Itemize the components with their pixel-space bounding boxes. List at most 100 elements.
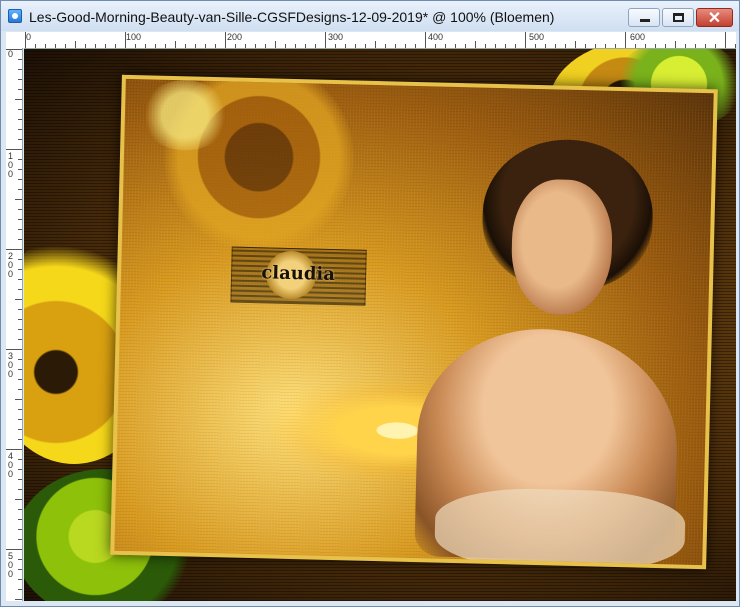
ruler-tick bbox=[18, 119, 22, 120]
ruler-tick bbox=[395, 44, 396, 48]
ruler-tick bbox=[665, 44, 666, 48]
ruler-tick bbox=[18, 359, 22, 360]
frame-artwork: claudia bbox=[114, 78, 714, 566]
ruler-tick bbox=[18, 369, 22, 370]
ruler-tick bbox=[18, 469, 22, 470]
ruler-tick bbox=[225, 32, 226, 48]
ruler-tick bbox=[18, 529, 22, 530]
ruler-tick bbox=[735, 44, 736, 48]
ruler-tick bbox=[525, 32, 526, 48]
image-canvas[interactable]: claudia bbox=[24, 49, 736, 601]
ruler-tick bbox=[15, 599, 22, 600]
ruler-tick bbox=[495, 44, 496, 48]
ruler-tick bbox=[18, 129, 22, 130]
ruler-tick bbox=[18, 219, 22, 220]
ruler-tick bbox=[725, 32, 726, 48]
ruler-tick bbox=[95, 44, 96, 48]
ruler-tick bbox=[65, 44, 66, 48]
horizontal-ruler[interactable]: 0 100 200 300 400 500 600 bbox=[24, 32, 736, 49]
portrait-cloth bbox=[434, 486, 686, 566]
ruler-label-h: 400 bbox=[428, 32, 444, 42]
ruler-tick bbox=[425, 32, 426, 48]
ruler-tick bbox=[6, 249, 22, 250]
ruler-tick bbox=[705, 44, 706, 48]
ruler-tick bbox=[645, 44, 646, 48]
ruler-tick bbox=[18, 459, 22, 460]
ruler-tick bbox=[18, 519, 22, 520]
ruler-tick bbox=[605, 44, 606, 48]
ruler-tick bbox=[18, 409, 22, 410]
ruler-tick bbox=[18, 209, 22, 210]
ruler-tick bbox=[585, 44, 586, 48]
ruler-tick bbox=[18, 509, 22, 510]
ruler-tick bbox=[505, 44, 506, 48]
portrait-face bbox=[510, 178, 614, 316]
signature-text: claudia bbox=[261, 262, 336, 286]
ruler-tick bbox=[18, 229, 22, 230]
ruler-tick bbox=[315, 44, 316, 48]
ruler-tick bbox=[18, 179, 22, 180]
ruler-tick bbox=[18, 479, 22, 480]
ruler-tick bbox=[545, 44, 546, 48]
ruler-tick bbox=[6, 149, 22, 150]
ruler-tick bbox=[475, 41, 476, 48]
ruler-tick bbox=[6, 49, 22, 50]
ruler-tick bbox=[18, 159, 22, 160]
ruler-tick bbox=[695, 44, 696, 48]
ruler-tick bbox=[18, 239, 22, 240]
close-button[interactable]: ✕ bbox=[696, 8, 733, 27]
ruler-tick bbox=[345, 44, 346, 48]
ruler-tick bbox=[385, 44, 386, 48]
ruler-tick bbox=[685, 44, 686, 48]
ruler-tick bbox=[18, 79, 22, 80]
ruler-tick bbox=[455, 44, 456, 48]
ruler-tick bbox=[18, 259, 22, 260]
ruler-tick bbox=[6, 349, 22, 350]
minimize-button[interactable] bbox=[628, 8, 660, 27]
ruler-tick bbox=[355, 44, 356, 48]
ruler-tick bbox=[15, 399, 22, 400]
ruler-tick bbox=[15, 299, 22, 300]
ruler-tick bbox=[18, 289, 22, 290]
ruler-tick bbox=[485, 44, 486, 48]
ruler-tick bbox=[85, 44, 86, 48]
ruler-tick bbox=[265, 44, 266, 48]
ruler-tick bbox=[325, 32, 326, 48]
ruler-tick bbox=[185, 44, 186, 48]
ruler-tick bbox=[18, 589, 22, 590]
ruler-tick bbox=[615, 44, 616, 48]
ruler-tick bbox=[125, 32, 126, 48]
ruler-tick bbox=[295, 44, 296, 48]
title-bar[interactable]: Les-Good-Morning-Beauty-van-Sille-CGSFDe… bbox=[1, 1, 739, 31]
ruler-label-h: 100 bbox=[126, 32, 142, 42]
ruler-tick bbox=[515, 44, 516, 48]
ruler-tick bbox=[145, 44, 146, 48]
ruler-tick bbox=[18, 319, 22, 320]
ruler-tick bbox=[155, 44, 156, 48]
ruler-tick bbox=[445, 44, 446, 48]
ruler-label-h: 300 bbox=[328, 32, 344, 42]
ruler-tick bbox=[565, 44, 566, 48]
maximize-icon bbox=[673, 13, 684, 22]
ruler-tick bbox=[18, 139, 22, 140]
ruler-tick bbox=[18, 69, 22, 70]
ruler-tick bbox=[175, 41, 176, 48]
ruler-tick bbox=[18, 579, 22, 580]
ruler-tick bbox=[285, 44, 286, 48]
ruler-tick bbox=[15, 199, 22, 200]
ruler-tick bbox=[595, 44, 596, 48]
maximize-button[interactable] bbox=[662, 8, 694, 27]
ruler-tick bbox=[305, 44, 306, 48]
ruler-label-v: 500 bbox=[8, 551, 14, 579]
image-document-icon[interactable] bbox=[8, 9, 22, 23]
vertical-ruler[interactable]: 0 100 200 300 400 500 bbox=[6, 48, 23, 601]
ruler-tick bbox=[18, 539, 22, 540]
image-window: Les-Good-Morning-Beauty-van-Sille-CGSFDe… bbox=[0, 0, 740, 607]
ruler-tick bbox=[18, 279, 22, 280]
ruler-tick bbox=[135, 44, 136, 48]
ruler-tick bbox=[75, 41, 76, 48]
ruler-tick bbox=[18, 379, 22, 380]
ruler-tick bbox=[18, 559, 22, 560]
ruler-tick bbox=[625, 32, 626, 48]
ruler-tick bbox=[245, 44, 246, 48]
